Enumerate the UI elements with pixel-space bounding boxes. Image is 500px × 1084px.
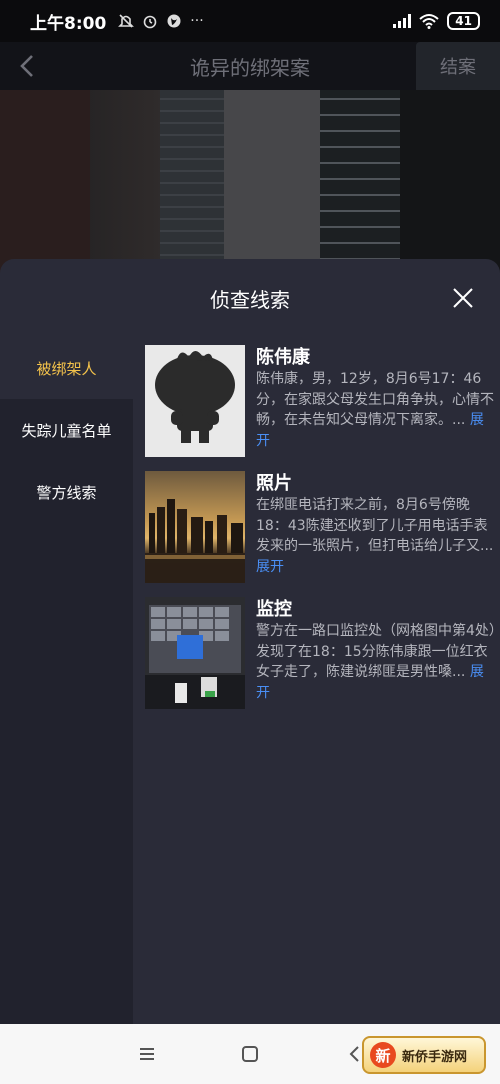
watermark-badge: 新 <box>370 1042 396 1068</box>
city-sunset-photo <box>145 471 245 583</box>
clue-title: 陈伟康 <box>256 347 310 368</box>
panel-header: 侦查线索 <box>0 259 500 337</box>
home-icon[interactable] <box>240 1044 260 1064</box>
panel-title: 侦查线索 <box>210 287 290 312</box>
more-dots-icon: ··· <box>190 13 204 29</box>
clue-description: 陈伟康，男，12岁，8月6号17：46分，在家跟父母发生口角争执，心情不畅，在未… <box>256 371 494 449</box>
sidebar-item-police-clues[interactable]: 警方线索 <box>0 461 133 523</box>
silhouette-avatar <box>145 345 245 457</box>
wifi-icon <box>419 14 439 29</box>
battery-icon: 41 <box>447 12 480 30</box>
watermark-text: 新侨手游网 <box>402 1049 468 1065</box>
clue-panel: 侦查线索 被绑架人 失踪儿童名单 警方线索 陈伟康 陈伟康，男，12岁，8月6号… <box>0 259 500 1024</box>
sidebar-item-missing-children[interactable]: 失踪儿童名单 <box>0 399 133 461</box>
clue-item-surveillance[interactable]: 监控 警方在一路口监控处（网格图中第4处）发现了在18：15分陈伟康跟一位红衣女… <box>145 589 500 709</box>
mute-icon <box>118 14 135 28</box>
status-bar: 上午8:00 ··· 41 <box>0 0 500 42</box>
menu-icon[interactable] <box>137 1044 157 1064</box>
surveillance-monitors-photo <box>145 597 245 709</box>
clue-category-sidebar: 被绑架人 失踪儿童名单 警方线索 <box>0 337 133 1024</box>
clue-title: 监控 <box>256 599 292 620</box>
clue-description: 在绑匪电话打来之前，8月6号傍晚18：43陈建还收到了儿子用电话手表发来的一张照… <box>256 497 494 575</box>
status-icons: ··· <box>118 13 204 29</box>
status-time: 上午8:00 <box>30 13 107 34</box>
expand-link[interactable]: 展开 <box>256 559 284 575</box>
app-header: 诡异的绑架案 结案 <box>0 42 500 90</box>
end-case-button[interactable]: 结案 <box>416 42 500 90</box>
clue-title: 照片 <box>256 473 292 494</box>
alarm-icon <box>143 15 157 29</box>
back-arrow-icon[interactable] <box>16 52 40 80</box>
status-right: 41 <box>393 12 480 30</box>
watermark-logo: 新 新侨手游网 <box>362 1036 486 1074</box>
clue-item-photo[interactable]: 照片 在绑匪电话打来之前，8月6号傍晚18：43陈建还收到了儿子用电话手表发来的… <box>145 463 500 583</box>
clue-item-chen-weikang[interactable]: 陈伟康 陈伟康，男，12岁，8月6号17：46分，在家跟父母发生口角争执，心情不… <box>145 337 500 457</box>
sidebar-item-victim[interactable]: 被绑架人 <box>0 337 133 399</box>
system-nav-bar: 新 新侨手游网 <box>0 1024 500 1084</box>
close-icon[interactable] <box>452 287 474 309</box>
signal-icon <box>393 14 412 28</box>
vpn-icon <box>167 14 181 28</box>
clue-description: 警方在一路口监控处（网格图中第4处）发现了在18：15分陈伟康跟一位红衣女子走了… <box>256 623 496 701</box>
